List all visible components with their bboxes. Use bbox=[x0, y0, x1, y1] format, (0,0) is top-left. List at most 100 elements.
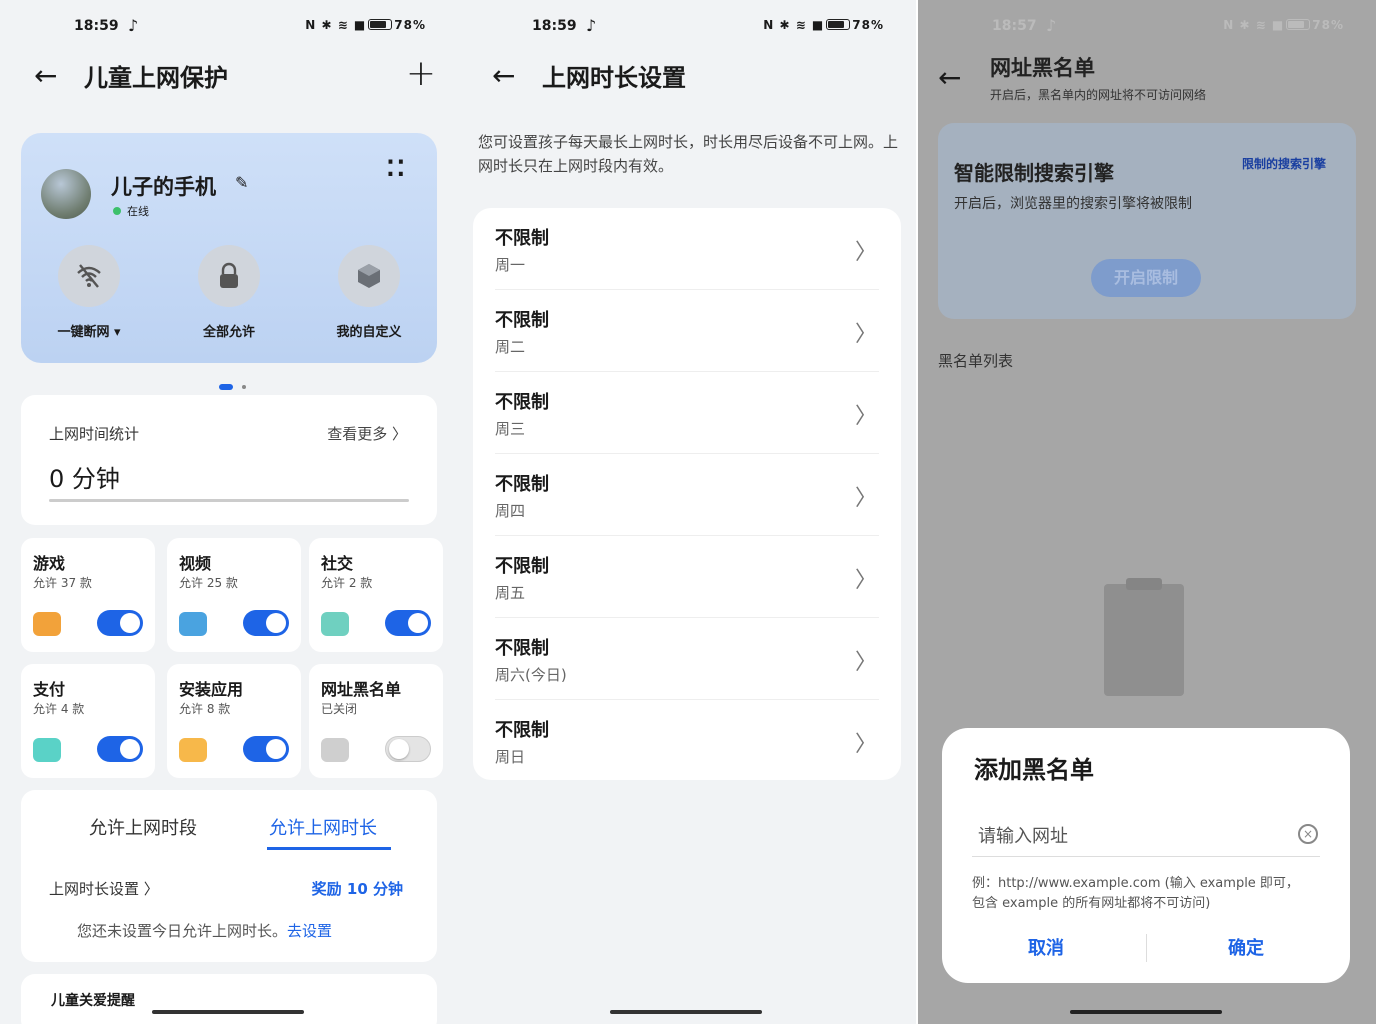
tab-allowed-duration[interactable]: 允许上网时长 bbox=[269, 814, 377, 840]
back-arrow-icon[interactable]: ← bbox=[492, 58, 515, 94]
back-arrow-icon[interactable]: ← bbox=[938, 60, 961, 96]
confirm-button[interactable]: 确定 bbox=[1228, 934, 1264, 960]
enable-restriction-button[interactable]: 开启限制 bbox=[1091, 259, 1201, 297]
category-allowed: 允许 4 款 bbox=[33, 702, 85, 716]
category-card[interactable]: 网址黑名单 已关闭 bbox=[309, 664, 443, 778]
battery-percent: 78% bbox=[1312, 18, 1344, 32]
clipboard-empty-icon bbox=[1104, 578, 1184, 696]
category-card[interactable]: 支付 允许 4 款 bbox=[21, 664, 155, 778]
day-row[interactable]: 不限制 周四 〉 bbox=[473, 454, 901, 536]
day-name: 周六(今日) bbox=[495, 666, 567, 684]
more-menu-icon[interactable]: ⁚⁚ bbox=[386, 159, 407, 181]
category-title: 社交 bbox=[321, 554, 354, 573]
day-row[interactable]: 不限制 周一 〉 bbox=[473, 208, 901, 290]
url-blacklist-screen: 18:57 ♪ N ✱ ≋ ■ 78% ← 网址黑名单 开启后，黑名单内的网址将不… bbox=[918, 0, 1376, 1024]
online-dot-icon bbox=[113, 207, 121, 215]
category-title: 视频 bbox=[179, 554, 212, 573]
day-limit: 不限制 bbox=[495, 228, 549, 249]
action-custom[interactable]: 我的自定义 bbox=[329, 245, 409, 340]
input-underline bbox=[972, 856, 1320, 857]
active-tab-indicator bbox=[267, 847, 391, 850]
category-allowed: 允许 8 款 bbox=[179, 702, 231, 716]
view-more-link[interactable]: 查看更多 〉 bbox=[327, 423, 407, 444]
battery-icon bbox=[368, 19, 393, 30]
day-limit: 不限制 bbox=[495, 392, 549, 413]
category-card[interactable]: 视频 允许 25 款 bbox=[167, 538, 301, 652]
duration-hint: 您还未设置今日允许上网时长。去设置 bbox=[77, 920, 332, 941]
cancel-button[interactable]: 取消 bbox=[1028, 934, 1064, 960]
action-label: 全部允许 bbox=[202, 325, 255, 340]
day-limit: 不限制 bbox=[495, 556, 549, 577]
category-card[interactable]: 社交 允许 2 款 bbox=[309, 538, 443, 652]
status-icons: N ✱ ≋ ■ 78% bbox=[763, 18, 884, 32]
status-icons: N ✱ ≋ ■ 78% bbox=[305, 18, 426, 32]
day-name: 周三 bbox=[495, 420, 526, 438]
usage-bar bbox=[49, 499, 409, 502]
tab-allowed-period[interactable]: 允许上网时段 bbox=[89, 814, 197, 840]
chevron-right-icon: 〉 bbox=[854, 732, 877, 757]
dialog-title: 添加黑名单 bbox=[974, 756, 1094, 784]
example-hint: 例：http://www.example.com (输入 example 即可，… bbox=[972, 876, 1299, 911]
day-row[interactable]: 不限制 周五 〉 bbox=[473, 536, 901, 618]
status-time: 18:57 bbox=[992, 18, 1037, 34]
usage-title: 上网时间统计 bbox=[49, 425, 140, 443]
day-list: 不限制 周一〉不限制 周二〉不限制 周三〉不限制 周四〉不限制 周五〉不限制 周六(今日) 〉… bbox=[473, 208, 901, 780]
action-allow-all[interactable]: 全部允许 bbox=[189, 245, 269, 340]
restricted-engines-link[interactable]: 限制的搜索引擎 bbox=[1242, 155, 1326, 172]
engine-title: 智能限制搜索引擎 bbox=[954, 161, 1114, 185]
category-toggle[interactable] bbox=[243, 610, 289, 636]
day-row[interactable]: 不限制周六(今日) 〉 bbox=[473, 618, 901, 700]
category-icon bbox=[179, 738, 207, 762]
day-name: 周四 bbox=[495, 502, 526, 520]
add-icon[interactable]: + bbox=[406, 54, 436, 94]
go-set-link[interactable]: 去设置 bbox=[287, 922, 332, 940]
chevron-right-icon: 〉 bbox=[854, 322, 877, 347]
action-label: 一键断网 ▾ bbox=[57, 325, 121, 340]
device-name: 儿子的手机 bbox=[111, 175, 216, 199]
action-disconnect[interactable]: 一键断网 ▾ bbox=[49, 245, 129, 340]
usage-card[interactable]: 上网时间统计 查看更多 〉 0 分钟 bbox=[21, 395, 437, 525]
page-indicator bbox=[219, 375, 246, 394]
category-title: 安装应用 bbox=[179, 680, 244, 699]
chevron-right-icon: 〉 bbox=[854, 568, 877, 593]
home-indicator[interactable] bbox=[152, 1010, 304, 1014]
category-toggle[interactable] bbox=[385, 610, 431, 636]
category-card[interactable]: 安装应用允许 8 款 bbox=[167, 664, 301, 778]
status-icons-text: N ✱ ≋ ■ bbox=[305, 18, 367, 32]
day-name: 周二 bbox=[495, 338, 526, 356]
category-toggle[interactable] bbox=[385, 736, 431, 762]
chevron-right-icon: 〉 bbox=[854, 650, 877, 675]
edit-pencil-icon[interactable]: ✎ bbox=[235, 173, 248, 192]
battery-percent: 78% bbox=[394, 18, 426, 32]
day-row[interactable]: 不限制 周三 〉 bbox=[473, 372, 901, 454]
care-reminder-card[interactable]: 儿童关爱提醒 bbox=[21, 974, 437, 1024]
lock-icon bbox=[198, 245, 260, 307]
home-indicator[interactable] bbox=[1070, 1010, 1222, 1014]
page-subtitle: 开启后，黑名单内的网址将不可访问网络 bbox=[990, 88, 1207, 102]
category-toggle[interactable] bbox=[97, 610, 143, 636]
back-arrow-icon[interactable]: ← bbox=[34, 58, 57, 94]
url-input[interactable]: 请输入网址 bbox=[978, 822, 1068, 848]
music-note-icon: ♪ bbox=[128, 16, 139, 35]
day-limit: 不限制 bbox=[495, 310, 549, 331]
day-name: 周日 bbox=[495, 748, 526, 766]
day-row[interactable]: 不限制周二 〉 bbox=[473, 290, 901, 372]
duration-settings-screen: 18:59 ♪ N ✱ ≋ ■ 78% ← 上网时长设置 您可设置孩子每天最长上网… bbox=[458, 0, 916, 1024]
nav-bar: ← 上网时长设置 bbox=[458, 58, 916, 98]
reward-button[interactable]: 奖励 10 分钟 bbox=[312, 878, 403, 899]
duration-setting-link[interactable]: 上网时长设置 〉 bbox=[49, 878, 159, 899]
day-limit: 不限制 bbox=[495, 638, 549, 659]
device-card[interactable]: 儿子的手机 ✎ 在线 ⁚⁚ 一键断网 ▾ 全部允许 我的自定义 bbox=[21, 133, 437, 363]
clear-icon[interactable]: × bbox=[1298, 824, 1318, 844]
status-time: 18:59 bbox=[74, 18, 119, 34]
category-toggle[interactable] bbox=[97, 736, 143, 762]
page-title: 上网时长设置 bbox=[542, 64, 686, 92]
category-allowed: 允许 37 款 bbox=[33, 576, 92, 590]
home-indicator[interactable] bbox=[610, 1010, 762, 1014]
duration-description: 您可设置孩子每天最长上网时长，时长用尽后设备不可上网。上网时长只在上网时段内有效… bbox=[478, 133, 899, 175]
category-toggle[interactable] bbox=[243, 736, 289, 762]
status-time: 18:59 bbox=[532, 18, 577, 34]
battery-percent: 78% bbox=[852, 18, 884, 32]
day-row[interactable]: 不限制 周日 〉 bbox=[473, 700, 901, 782]
category-card[interactable]: 游戏 允许 37 款 bbox=[21, 538, 155, 652]
